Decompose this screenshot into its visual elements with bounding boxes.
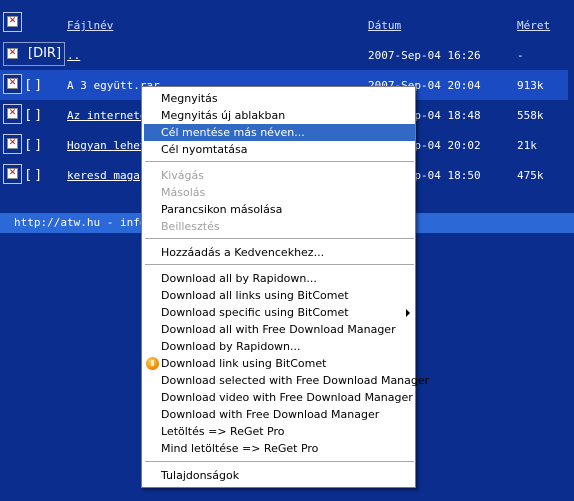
broken-image-icon: ✕ [7,138,18,149]
broken-image-icon: ✕ [7,108,18,119]
column-header-size[interactable]: Méret [517,19,550,32]
menu-item-label: Tulajdonságok [161,469,240,482]
menu-item-bitcomet-all[interactable]: Download all links using BitComet [144,287,415,304]
menu-item-label: Download video with Free Download Manage… [161,391,413,404]
menu-item-label: Megnyitás új ablakban [161,109,286,122]
dir-tag-box[interactable]: ✕ [DIR] [3,42,65,66]
menu-item-bitcomet-specific[interactable]: Download specific using BitComet [144,304,415,321]
menu-item-cut: Kivágás [144,167,415,184]
file-size: 913k [517,79,544,92]
menu-item-open[interactable]: Megnyitás [144,90,415,107]
menu-item-label: Beillesztés [161,220,220,233]
row-checkbox[interactable]: ✕ [3,134,22,154]
file-size: 558k [517,109,544,122]
menu-item-copy: Másolás [144,184,415,201]
menu-item-label: Kivágás [161,169,204,182]
menu-item-open-new-window[interactable]: Megnyitás új ablakban [144,107,415,124]
menu-separator [145,238,414,239]
row-type-tag: [ ] [26,138,41,153]
menu-item-label: Download by Rapidown... [161,340,301,353]
menu-item-label: Hozzáadás a Kedvencekhez... [161,246,325,259]
file-name-link[interactable]: .. [67,49,80,62]
broken-image-icon: ✕ [7,78,18,89]
menu-item-add-to-favorites[interactable]: Hozzáadás a Kedvencekhez... [144,244,415,261]
file-size: 21k [517,139,537,152]
menu-item-label: Download all by Rapidown... [161,272,317,285]
menu-separator [145,161,414,162]
menu-item-label: Download link using BitComet [161,357,327,370]
menu-item-fdm-video[interactable]: Download video with Free Download Manage… [144,389,415,406]
row-type-tag: [ ] [26,108,41,123]
menu-item-reget[interactable]: Letöltés => ReGet Pro [144,423,415,440]
menu-item-fdm[interactable]: Download with Free Download Manager [144,406,415,423]
broken-image-icon: ✕ [7,168,18,179]
menu-item-copy-shortcut[interactable]: Parancsikon másolása [144,201,415,218]
table-row[interactable]: ✕ [DIR] .. 2007-Sep-04 16:26 - [0,40,568,70]
menu-item-save-target-as[interactable]: Cél mentése más néven... [144,124,415,141]
file-size: 475k [517,169,544,182]
broken-image-icon: ✕ [7,16,18,27]
context-menu: Megnyitás Megnyitás új ablakban Cél ment… [141,86,429,488]
menu-item-fdm-all[interactable]: Download all with Free Download Manager [144,321,415,338]
menu-item-label: Másolás [161,186,206,199]
menu-item-properties[interactable]: Tulajdonságok [144,467,415,484]
menu-item-label: Download specific using BitComet [161,306,349,319]
menu-item-rapidown-all[interactable]: Download all by Rapidown... [144,270,415,287]
submenu-arrow-icon [406,309,410,317]
column-header-name[interactable]: Fájlnév [67,19,113,32]
menu-item-label: Parancsikon másolása [161,203,283,216]
menu-item-label: Mind letöltése => ReGet Pro [161,442,319,455]
menu-item-rapidown[interactable]: Download by Rapidown... [144,338,415,355]
header-row: ✕ Fájlnév Dátum Méret [0,8,568,38]
menu-item-label: Download all links using BitComet [161,289,349,302]
bitcomet-icon [146,357,159,370]
row-checkbox[interactable]: ✕ [3,74,22,94]
menu-item-label: Megnyitás [161,92,218,105]
row-type-tag: [DIR] [28,46,62,61]
menu-item-fdm-selected[interactable]: Download selected with Free Download Man… [144,372,429,389]
menu-item-paste: Beillesztés [144,218,415,235]
menu-item-label: Letöltés => ReGet Pro [161,425,285,438]
row-type-tag: [ ] [26,78,41,93]
menu-item-print-target[interactable]: Cél nyomtatása [144,141,415,158]
menu-item-reget-all[interactable]: Mind letöltése => ReGet Pro [144,440,415,457]
menu-item-bitcomet-link[interactable]: Download link using BitComet [144,355,415,372]
menu-item-label: Download with Free Download Manager [161,408,380,421]
column-header-date[interactable]: Dátum [368,19,401,32]
file-name-link[interactable]: keresd maga [67,169,140,182]
file-size: - [517,49,524,62]
menu-separator [145,461,414,462]
menu-separator [145,264,414,265]
row-checkbox[interactable]: ✕ [3,104,22,124]
row-type-tag: [ ] [26,168,41,183]
select-all-checkbox[interactable]: ✕ [3,12,22,32]
menu-item-label: Cél nyomtatása [161,143,248,156]
row-checkbox[interactable]: ✕ [3,164,22,184]
file-name-link[interactable]: Hogyan lehet [67,139,146,152]
broken-image-icon: ✕ [7,48,18,59]
file-date: 2007-Sep-04 16:26 [368,49,481,62]
menu-item-label: Download selected with Free Download Man… [161,374,430,387]
menu-item-label: Cél mentése más néven... [161,126,305,139]
menu-item-label: Download all with Free Download Manager [161,323,396,336]
row-checkbox[interactable]: ✕ [4,45,21,63]
